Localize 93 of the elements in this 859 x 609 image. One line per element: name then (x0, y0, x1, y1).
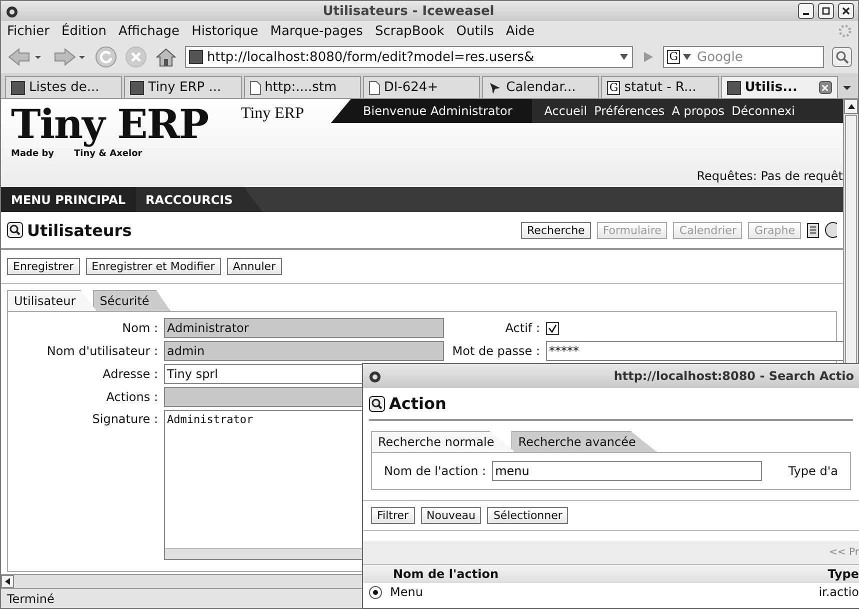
document-icon (250, 80, 261, 94)
reload-icon[interactable] (95, 46, 117, 68)
nav-tab[interactable]: RACCOURCIS (136, 187, 263, 212)
favicon-square-icon (11, 80, 25, 94)
field-label: Actions : (105, 390, 158, 404)
logo: Tiny ERP (11, 105, 210, 145)
scroll-left-icon (5, 578, 10, 585)
browser-tab[interactable]: Utilis... (720, 76, 838, 98)
help-icon[interactable] (825, 222, 837, 238)
letter-g-icon: G (607, 80, 620, 94)
browser-tab[interactable]: Tiny ERP ... (124, 76, 242, 98)
table-cell-text: Menu (390, 585, 424, 599)
close-tab-button[interactable] (818, 81, 832, 94)
clipboard-icon[interactable] (807, 222, 819, 238)
action-button[interactable]: Enregistrer (7, 258, 80, 275)
field-label: Mot de passe : (451, 344, 540, 358)
menu-item[interactable]: Outils (456, 24, 494, 38)
action-name-field[interactable]: menu (492, 461, 762, 481)
field-label: Type d'a (788, 464, 838, 478)
browser-tab[interactable]: http:....stm (244, 76, 361, 98)
maximize-icon (822, 7, 830, 15)
made-by-label: Made by (11, 149, 54, 159)
menu-item[interactable]: Historique (192, 24, 258, 38)
search-tab[interactable]: Recherche normale (371, 431, 516, 452)
browser-tab[interactable]: Listes de... (5, 76, 122, 98)
action-button[interactable]: Annuler (226, 258, 282, 275)
favicon-square-icon (130, 80, 144, 94)
browser-tab[interactable]: G statut - R... (601, 76, 719, 98)
input-field[interactable]: admin (164, 341, 444, 361)
welcome-text: Bienvenue Administrator (331, 99, 532, 123)
popup-button[interactable]: Sélectionner (487, 507, 568, 524)
throbber-icon (838, 24, 852, 38)
url-text: http://localhost:8080/form/edit?model=res.users& (207, 50, 536, 64)
field-label: Nom d'utilisateur : (46, 344, 158, 358)
field-label: Signature : (91, 411, 158, 426)
view-title: Utilisateurs (27, 220, 133, 240)
form-tab[interactable]: Sécurité (92, 290, 170, 311)
small-logo: Tiny ERP (240, 104, 305, 124)
requests-text: Requêtes: Pas de requêt (696, 169, 843, 185)
favicon-square-icon (726, 80, 741, 94)
menu-item[interactable]: Affichage (118, 24, 180, 38)
browser-tab[interactable]: Calendar... (482, 76, 600, 98)
header-link[interactable]: Déconnexi (732, 104, 795, 118)
nav-tab[interactable]: MENU PRINCIPAL (1, 187, 136, 212)
header-link[interactable]: Préférences (594, 104, 665, 118)
table-cell: ir.actio (818, 585, 859, 599)
bird-icon (488, 80, 502, 94)
menu-item[interactable]: Édition (62, 24, 106, 38)
field-label: Nom : (121, 321, 158, 335)
company-label: Tiny & Axelor (74, 149, 142, 159)
scroll-left-button[interactable] (1, 575, 14, 588)
browser-tab[interactable]: DI-624+ (362, 76, 480, 98)
field-label: Actif : (504, 321, 540, 335)
menu-item[interactable]: Fichier (7, 24, 50, 38)
popup-heading: Action (389, 394, 446, 413)
header-link[interactable]: Accueil (544, 104, 588, 118)
document-icon (368, 80, 380, 94)
view-button[interactable]: Recherche (521, 222, 591, 238)
action-button[interactable]: Enregistrer et Modifier (86, 258, 221, 275)
header-link[interactable]: A propos (672, 104, 725, 118)
maximize-button[interactable] (818, 3, 834, 19)
app-icon (368, 369, 382, 383)
input-field[interactable]: Administrator (164, 318, 444, 338)
popup-button[interactable]: Nouveau (420, 507, 482, 524)
row-radio[interactable] (369, 586, 382, 598)
minimize-button[interactable] (798, 3, 814, 19)
active-checkbox[interactable] (546, 322, 559, 334)
dropdown-caret-icon[interactable] (619, 53, 630, 61)
status-text: Terminé (7, 592, 54, 606)
close-icon (842, 7, 850, 15)
column-header: Nom de l'action (393, 567, 499, 581)
app-icon (5, 4, 19, 18)
popup-button[interactable]: Filtrer (371, 507, 415, 524)
window-title: Utilisateurs - Iceweasel (322, 4, 496, 18)
menu-item[interactable]: Marque-pages (270, 24, 363, 38)
close-icon (822, 84, 828, 90)
home-icon[interactable] (155, 46, 177, 68)
favicon-square-icon (189, 50, 203, 64)
column-header: Type (828, 567, 859, 581)
search-tab[interactable]: Recherche avancée (511, 431, 657, 452)
popup-title: http://localhost:8080 - Search Actio (612, 369, 854, 383)
search-icon[interactable] (832, 47, 852, 67)
scroll-up-icon[interactable] (848, 104, 854, 109)
back-arrow-icon[interactable] (7, 47, 43, 67)
search-icon (369, 396, 385, 412)
menu-item[interactable]: Aide (506, 24, 535, 38)
form-tab[interactable]: Utilisateur (7, 290, 97, 311)
close-button[interactable] (838, 3, 854, 19)
password-field[interactable]: ***** (546, 341, 843, 361)
search-icon (7, 222, 23, 238)
address-bar[interactable]: http://localhost:8080/form/edit?model=res.users& (185, 46, 634, 68)
field-label: Adresse : (102, 367, 158, 381)
menu-item[interactable]: ScrapBook (374, 24, 444, 38)
